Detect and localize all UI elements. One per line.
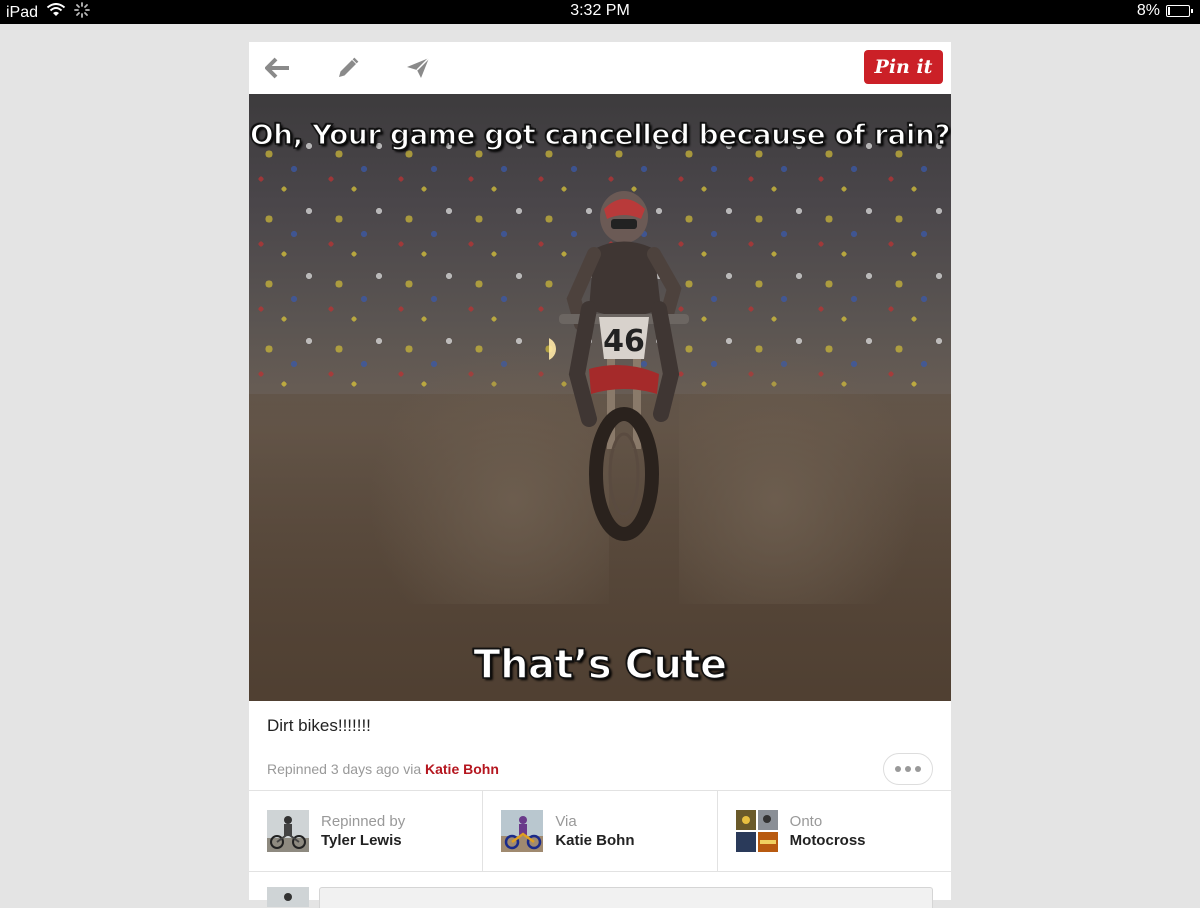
- wifi-icon: [46, 3, 66, 22]
- meta-prefix: Repinned 3 days ago via: [267, 761, 425, 777]
- arrow-left-icon[interactable]: [263, 54, 293, 82]
- comment-input[interactable]: [319, 887, 933, 908]
- pin-meta: Repinned 3 days ago via Katie Bohn: [267, 761, 499, 777]
- status-left: iPad: [6, 2, 90, 23]
- repinned-by-cell[interactable]: Repinned by Tyler Lewis: [249, 791, 482, 871]
- avatar: [267, 810, 309, 852]
- avatar: [267, 887, 309, 907]
- clock: 3:32 PM: [570, 2, 630, 19]
- comment-row: [249, 884, 951, 908]
- motocross-rider: 46: [532, 189, 699, 554]
- avatar: [501, 810, 544, 852]
- pin-image[interactable]: 46 Oh, Your game got cancelled because o…: [249, 94, 951, 701]
- bike-number: 46: [603, 324, 645, 359]
- more-options-button[interactable]: [883, 753, 933, 785]
- activity-spinner-icon: [74, 2, 90, 23]
- meme-top-caption: Oh, Your game got cancelled because of r…: [249, 117, 951, 152]
- pencil-icon[interactable]: [333, 54, 363, 82]
- board-thumbnail: [735, 810, 778, 852]
- device-label: iPad: [6, 3, 39, 21]
- attrib-name: Katie Bohn: [555, 832, 635, 849]
- paper-plane-icon[interactable]: [403, 54, 433, 82]
- onto-board-cell[interactable]: Onto Motocross: [716, 791, 951, 871]
- battery-percent: 8%: [1136, 2, 1160, 19]
- status-right: 8%: [1136, 2, 1193, 20]
- attribution-bar: Repinned by Tyler Lewis Via Katie Bohn O…: [249, 790, 951, 872]
- attrib-name: Tyler Lewis: [321, 832, 402, 849]
- attrib-label: Onto: [789, 813, 823, 830]
- top-strip: [0, 24, 1200, 42]
- pin-description: Dirt bikes!!!!!!!: [267, 716, 371, 735]
- attrib-label: Repinned by: [321, 813, 406, 830]
- status-bar: iPad 3:32 PM 8%: [0, 0, 1200, 24]
- attrib-label: Via: [555, 813, 577, 830]
- pin-toolbar: Pin it: [249, 42, 951, 94]
- via-cell[interactable]: Via Katie Bohn: [482, 791, 716, 871]
- mud-spray-right: [679, 344, 919, 604]
- battery-icon: [1166, 5, 1193, 17]
- attrib-name: Motocross: [789, 832, 866, 849]
- pin-it-button[interactable]: Pin it: [864, 50, 943, 84]
- pin-card: Pin it 46 Oh, Your game got cancelled be…: [249, 42, 951, 908]
- dot-icon: [895, 766, 901, 772]
- dot-icon: [915, 766, 921, 772]
- meme-bottom-caption: That’s Cute: [473, 641, 728, 689]
- meta-via-link[interactable]: Katie Bohn: [425, 761, 499, 777]
- dot-icon: [905, 766, 911, 772]
- battery-fill: [1168, 7, 1170, 15]
